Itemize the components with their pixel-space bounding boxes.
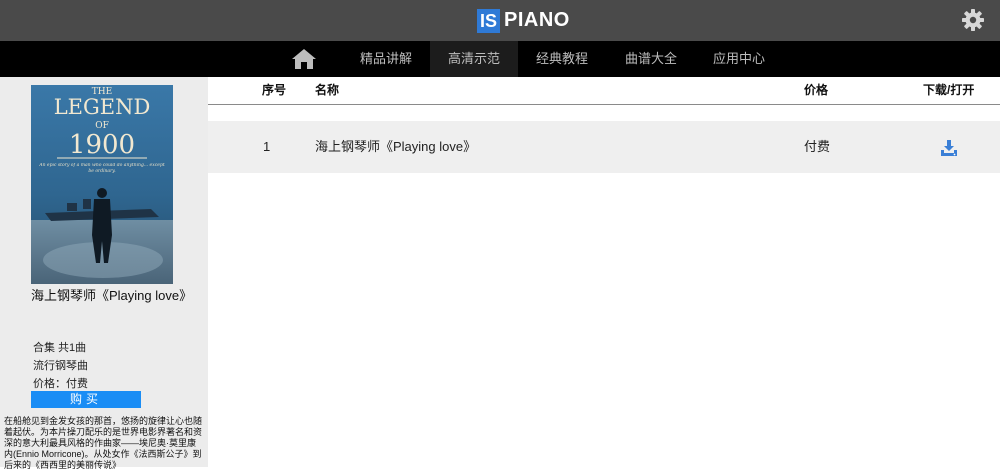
row-price: 付费 [804, 139, 831, 154]
row-name[interactable]: 海上钢琴师《Playing love》 [315, 121, 476, 173]
buy-button[interactable]: 购买 [31, 391, 141, 408]
album-sidebar: THE LEGEND OF 1900 An epic story of a ma… [0, 77, 208, 470]
row-index: 1 [263, 139, 271, 154]
home-icon[interactable] [291, 48, 317, 70]
nav-item-featured-lessons[interactable]: 精品讲解 [344, 41, 428, 77]
app-logo: IS PIANO [477, 8, 570, 33]
column-header-name: 名称 [315, 83, 340, 97]
gear-icon[interactable] [961, 8, 985, 32]
download-icon[interactable] [940, 139, 958, 157]
album-cover-image: THE LEGEND OF 1900 An epic story of a ma… [31, 85, 173, 284]
album-description: 在船舱见到金发女孩的那首，悠扬的旋律让心也随着起伏。为本片操刀配乐的是世界电影界… [4, 416, 203, 470]
main-nav: 精品讲解 高清示范 经典教程 曲谱大全 应用中心 [0, 41, 1000, 77]
cover-tagline: An epic story of a man who could do anyt… [39, 163, 165, 174]
nav-item-sheet-music[interactable]: 曲谱大全 [609, 41, 693, 77]
nav-item-app-center[interactable]: 应用中心 [697, 41, 781, 77]
album-title: 海上钢琴师《Playing love》 [31, 288, 193, 303]
genre-label: 流行钢琴曲 [33, 360, 88, 372]
nav-item-classic-tutorials[interactable]: 经典教程 [520, 41, 604, 77]
table-row[interactable]: 1 海上钢琴师《Playing love》 付费 [208, 121, 1000, 173]
column-header-download: 下载/打开 [923, 83, 975, 97]
collection-count: 合集 共1曲 [33, 342, 87, 354]
cover-title-legend: LEGEND [54, 95, 151, 119]
cover-title-year: 1900 [69, 130, 135, 160]
column-header-price: 价格 [804, 83, 829, 97]
table-header: 序号 名称 价格 下载/打开 [208, 77, 1000, 105]
top-bar: IS PIANO [0, 0, 1000, 41]
nav-item-hd-demos[interactable]: 高清示范 [430, 41, 518, 77]
logo-text: PIANO [504, 9, 570, 31]
column-header-index: 序号 [262, 83, 287, 97]
price-label: 价格：付费 [33, 378, 88, 390]
logo-badge: IS [477, 8, 501, 33]
